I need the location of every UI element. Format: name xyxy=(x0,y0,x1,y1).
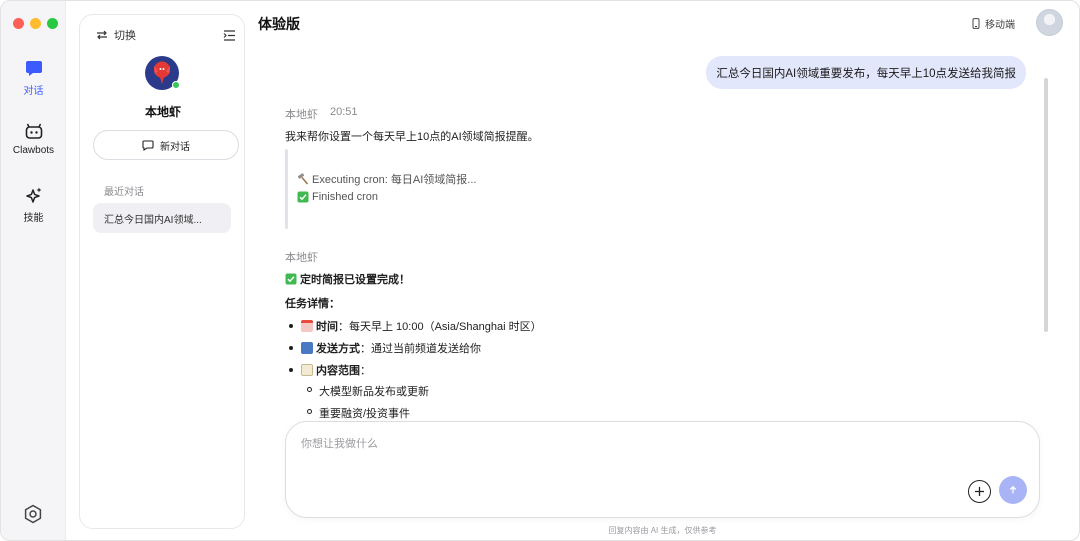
list-item-label: 发送方式 xyxy=(316,343,360,355)
sender-name: 本地虾 xyxy=(285,109,318,121)
memo-icon xyxy=(301,364,313,376)
settings-icon xyxy=(24,504,42,524)
send-button[interactable] xyxy=(999,476,1027,504)
done-heading-text: 定时简报已设置完成！ xyxy=(300,274,410,286)
recent-conversations-title: 最近对话 xyxy=(104,187,144,198)
online-status-dot xyxy=(172,81,180,89)
list-item: 内容范围： xyxy=(301,362,371,378)
sub-list-item: 重要融资/投资事件 xyxy=(319,408,411,420)
sub-list-bullet xyxy=(307,409,312,414)
left-rail: 对话 Clawbots 技能 xyxy=(1,1,66,540)
list-item-value: ： xyxy=(360,365,371,377)
switch-button[interactable]: 切换 xyxy=(96,27,136,43)
settings-button[interactable] xyxy=(23,504,43,527)
collapse-sidebar-icon[interactable] xyxy=(223,29,236,41)
rail-item-clawbots[interactable]: Clawbots xyxy=(1,123,66,156)
list-item: 时间：每天早上 10:00（Asia/Shanghai 时区） xyxy=(301,318,542,334)
tool-result-line: Finished cron xyxy=(297,191,378,203)
sparkle-icon xyxy=(25,187,41,203)
list-bullet xyxy=(289,346,293,350)
hammer-icon xyxy=(297,173,309,185)
details-heading: 任务详情： xyxy=(285,298,340,310)
list-item-label: 时间 xyxy=(316,321,338,333)
check-icon xyxy=(297,191,309,203)
check-icon xyxy=(285,273,297,285)
message-input[interactable] xyxy=(301,438,941,450)
conversation-sidebar: 切换 本地虾 新对话 最近对话 汇总今日国内AI领域... xyxy=(79,14,245,529)
message-composer xyxy=(285,421,1040,518)
minimize-window-button[interactable] xyxy=(30,18,41,29)
chat-scrollbar[interactable] xyxy=(1044,78,1048,332)
chat-bubble-icon xyxy=(25,61,42,76)
list-item-value: ：通过当前频道发送给你 xyxy=(360,343,481,355)
message-time: 20:51 xyxy=(330,106,358,118)
sidebar-header: 切换 xyxy=(96,27,236,43)
tool-call-text: Executing cron: 每日AI领域简报... xyxy=(312,174,477,186)
tool-call-line: Executing cron: 每日AI领域简报... xyxy=(297,171,476,187)
message-meta: 本地虾 xyxy=(285,249,318,265)
plus-icon xyxy=(975,487,984,496)
rail-item-chat-label: 对话 xyxy=(23,86,44,97)
page-title: 体验版 xyxy=(258,16,300,32)
user-message-bubble: 汇总今日国内AI领域重要发布，每天早上10点发送给我简报 xyxy=(706,56,1026,89)
tool-call-block xyxy=(285,149,288,229)
agent-avatar[interactable] xyxy=(145,56,180,90)
list-item: 发送方式：通过当前频道发送给你 xyxy=(301,340,481,356)
mobile-button[interactable]: 移动端 xyxy=(972,16,1015,31)
switch-label: 切换 xyxy=(114,30,136,42)
maximize-window-button[interactable] xyxy=(47,18,58,29)
attach-button[interactable] xyxy=(968,480,991,503)
arrow-up-icon xyxy=(1009,485,1017,494)
window-controls xyxy=(13,18,58,29)
phone-icon xyxy=(972,18,980,29)
swap-icon xyxy=(97,30,107,40)
mailbox-icon xyxy=(301,342,313,354)
done-heading: 定时简报已设置完成！ xyxy=(285,271,410,287)
sender-name: 本地虾 xyxy=(285,252,318,264)
agent-name: 本地虾 xyxy=(144,105,181,119)
app-window: 对话 Clawbots 技能 切换 本地虾 新对话 最近对话 汇总今日国内AI领… xyxy=(0,0,1080,541)
rail-item-skills-label: 技能 xyxy=(23,213,44,224)
mobile-label: 移动端 xyxy=(985,20,1015,31)
robot-icon xyxy=(25,123,42,139)
message-meta: 本地虾 20:51 xyxy=(285,106,358,122)
close-window-button[interactable] xyxy=(13,18,24,29)
new-chat-button[interactable]: 新对话 xyxy=(93,130,239,160)
rail-item-skills[interactable]: 技能 xyxy=(1,187,66,224)
sub-list-bullet xyxy=(307,387,312,392)
ai-disclaimer: 回复内容由 AI 生成，仅供参考 xyxy=(608,526,717,535)
conversation-list-item[interactable]: 汇总今日国内AI领域... xyxy=(93,203,231,233)
assistant-message-text: 我来帮你设置一个每天早上10点的AI领域简报提醒。 xyxy=(285,131,539,143)
list-bullet xyxy=(289,368,293,372)
list-bullet xyxy=(289,324,293,328)
tool-result-text: Finished cron xyxy=(312,191,379,203)
list-item-label: 内容范围 xyxy=(316,365,360,377)
sub-list-item: 大模型新品发布或更新 xyxy=(319,386,429,398)
new-chat-icon xyxy=(142,139,154,151)
calendar-icon xyxy=(301,320,313,332)
list-item-value: ：每天早上 10:00（Asia/Shanghai 时区） xyxy=(338,321,542,333)
rail-item-chat[interactable]: 对话 xyxy=(1,60,66,97)
user-avatar[interactable] xyxy=(1036,9,1063,36)
rail-item-clawbots-label: Clawbots xyxy=(12,145,55,156)
new-chat-label: 新对话 xyxy=(160,141,190,153)
